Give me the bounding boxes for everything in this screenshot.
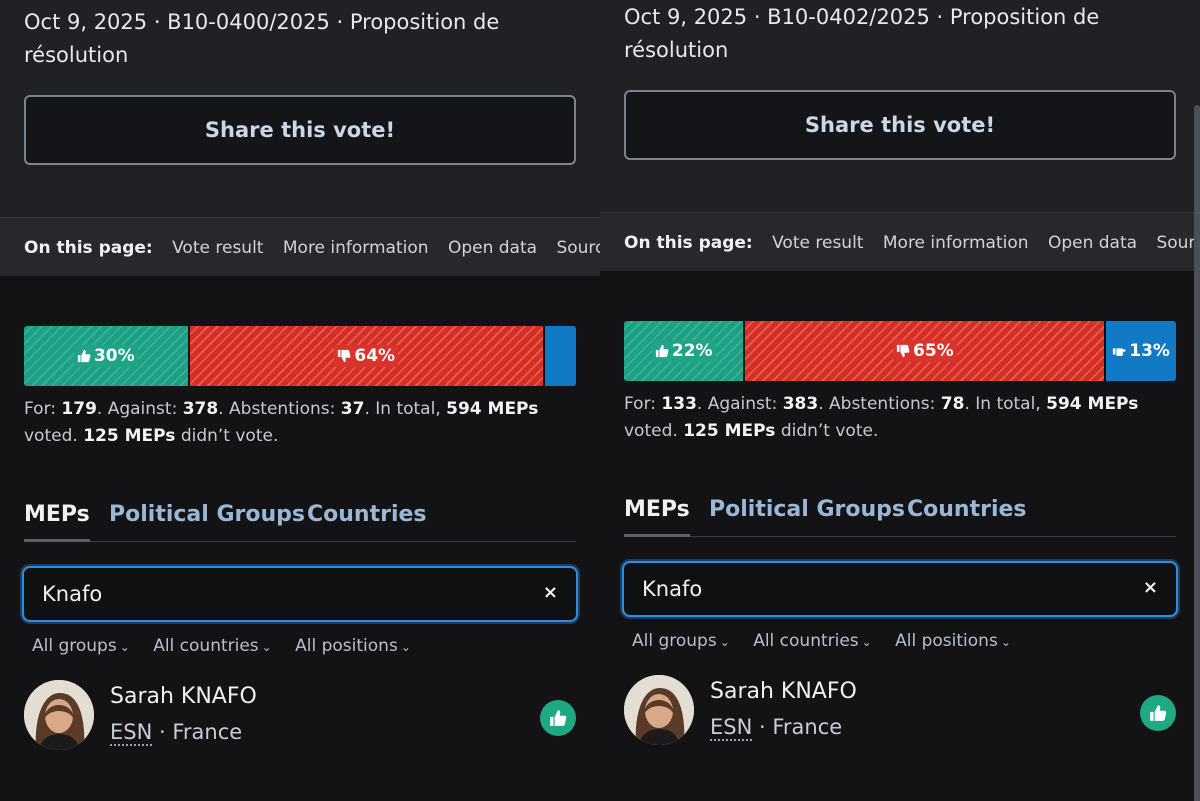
against-count: 378	[182, 399, 219, 419]
thumbs-up-icon	[77, 349, 91, 363]
on-this-page-title: On this page:	[624, 233, 753, 253]
vote-result-bar: 30% 64%	[24, 326, 576, 386]
mep-name[interactable]: Sarah KNAFO	[110, 684, 257, 709]
vote-meta-line: Oct 9, 2025 · B10-0402/2025 · Propositio…	[624, 5, 1100, 62]
filter-countries[interactable]: All countries ⌄	[153, 636, 272, 656]
chevron-down-icon: ⌄	[719, 635, 730, 649]
chevron-down-icon: ⌄	[861, 635, 872, 649]
filter-bar: All groups ⌄ All countries ⌄ All positions…	[632, 631, 1029, 651]
bar-segment-abstention: 13%	[1104, 321, 1176, 381]
bar-label-abstention: 13%	[1129, 341, 1170, 361]
filter-positions[interactable]: All positions ⌄	[295, 636, 411, 656]
bar-label-against: 64%	[354, 346, 396, 366]
avatar	[624, 675, 694, 745]
bar-label-for: 22%	[671, 341, 713, 361]
nav-link-sources[interactable]: Sources	[556, 238, 600, 258]
filter-positions[interactable]: All positions ⌄	[895, 631, 1011, 651]
thumbs-down-icon	[896, 344, 910, 358]
filter-countries[interactable]: All countries ⌄	[753, 631, 872, 651]
chevron-down-icon: ⌄	[119, 640, 130, 654]
mep-name[interactable]: Sarah KNAFO	[710, 679, 857, 704]
vote-summary: For: 179. Against: 378. Abstentions: 37.…	[24, 399, 539, 446]
chevron-down-icon: ⌄	[261, 640, 272, 654]
nav-link-more-information[interactable]: More information	[883, 233, 1029, 253]
bar-label-for: 30%	[93, 346, 135, 366]
thumbs-down-icon	[338, 349, 351, 363]
on-this-page-title: On this page:	[24, 238, 153, 258]
mep-group-country: ESN · France	[710, 715, 843, 741]
tab-countries[interactable]: Countries	[907, 497, 1027, 522]
vote-summary: For: 133. Against: 383. Abstentions: 78.…	[624, 394, 1139, 441]
clear-icon[interactable]: ×	[1143, 577, 1158, 598]
vote-panel-right: Oct 9, 2025 · B10-0402/2025 · Propositio…	[600, 0, 1200, 801]
filter-groups[interactable]: All groups ⌄	[632, 631, 730, 651]
vote-meta-line: Oct 9, 2025 · B10-0400/2025 · Propositio…	[24, 10, 500, 67]
scrollbar[interactable]	[1194, 105, 1200, 801]
search-input-value: Knafo	[642, 577, 703, 601]
clear-icon[interactable]: ×	[543, 582, 558, 603]
filter-groups[interactable]: All groups ⌄	[32, 636, 130, 656]
nav-link-vote-result[interactable]: Vote result	[772, 233, 863, 253]
filter-bar: All groups ⌄ All countries ⌄ All positions…	[32, 636, 429, 656]
bar-label-against: 65%	[912, 341, 954, 361]
total-voted: 594 MEPs	[1046, 394, 1139, 414]
vote-header: Oct 9, 2025 · B10-0402/2025 · Propositio…	[600, 0, 1200, 212]
bar-segment-against: 65%	[745, 321, 1105, 381]
thumbs-up-icon	[655, 344, 669, 358]
mep-row[interactable]: Sarah KNAFO ESN · France	[624, 675, 1176, 745]
on-this-page-nav: On this page: Vote result More informati…	[0, 217, 600, 276]
share-vote-button[interactable]: Share this vote!	[624, 90, 1176, 160]
abstention-count: 78	[940, 394, 965, 414]
search-input[interactable]: Knafo ×	[22, 566, 578, 622]
vote-result-bar: 22% 65% 13%	[624, 321, 1176, 381]
vote-position-badge	[540, 700, 576, 736]
on-this-page-nav: On this page: Vote result More informati…	[600, 212, 1200, 271]
nav-link-open-data[interactable]: Open data	[448, 238, 537, 258]
bar-segment-abstention	[542, 326, 576, 386]
thumbs-up-icon	[1150, 705, 1167, 721]
mep-country: France	[172, 720, 243, 744]
chevron-down-icon: ⌄	[1000, 635, 1011, 649]
results-tabs: MEPs Political Groups Countries	[24, 500, 576, 542]
for-count: 179	[61, 399, 97, 419]
tab-meps[interactable]: MEPs	[624, 497, 690, 537]
mep-row[interactable]: Sarah KNAFO ESN · France	[24, 680, 576, 750]
bar-segment-for: 30%	[24, 326, 190, 386]
tab-political-groups[interactable]: Political Groups	[109, 502, 305, 527]
abstain-hand-icon	[1113, 348, 1126, 356]
abstention-count: 37	[340, 399, 365, 419]
nav-link-open-data[interactable]: Open data	[1048, 233, 1137, 253]
avatar	[24, 680, 94, 750]
mep-group[interactable]: ESN	[110, 720, 153, 746]
results-tabs: MEPs Political Groups Countries	[624, 495, 1176, 537]
tab-meps[interactable]: MEPs	[24, 502, 90, 542]
tab-political-groups[interactable]: Political Groups	[709, 497, 905, 522]
total-voted: 594 MEPs	[446, 399, 539, 419]
search-input-value: Knafo	[42, 582, 103, 606]
search-input[interactable]: Knafo ×	[622, 561, 1178, 617]
vote-panel-left: Oct 9, 2025 · B10-0400/2025 · Propositio…	[0, 0, 600, 801]
bar-segment-against: 64%	[189, 326, 543, 386]
mep-country: France	[772, 715, 843, 739]
mep-group[interactable]: ESN	[710, 715, 753, 741]
vote-position-badge	[1140, 695, 1176, 731]
tab-countries[interactable]: Countries	[307, 502, 427, 527]
thumbs-up-icon	[550, 710, 567, 726]
nav-link-vote-result[interactable]: Vote result	[172, 238, 263, 258]
share-vote-button[interactable]: Share this vote!	[24, 95, 576, 165]
for-count: 133	[661, 394, 697, 414]
nav-link-more-information[interactable]: More information	[283, 238, 429, 258]
bar-segment-for: 22%	[624, 321, 746, 381]
against-count: 383	[782, 394, 819, 414]
total-absent: 125 MEPs	[83, 426, 176, 446]
total-absent: 125 MEPs	[683, 421, 776, 441]
chevron-down-icon: ⌄	[400, 640, 411, 654]
vote-header: Oct 9, 2025 · B10-0400/2025 · Propositio…	[0, 0, 600, 217]
mep-group-country: ESN · France	[110, 720, 243, 746]
